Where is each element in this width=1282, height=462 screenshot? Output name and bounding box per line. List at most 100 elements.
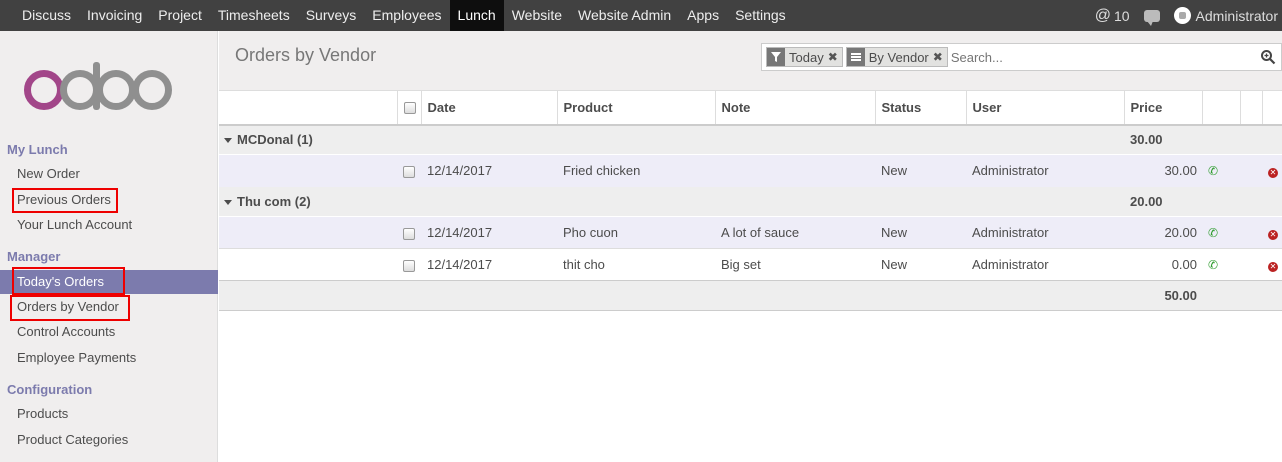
phone-icon: ✆ <box>1208 258 1219 272</box>
sidebar-item-employee-payments[interactable]: Employee Payments <box>0 346 218 370</box>
cell-date: 12/14/2017 <box>421 216 557 249</box>
sidebar-item-control-accounts[interactable]: Control Accounts <box>0 320 218 344</box>
cell-status: New <box>875 216 966 249</box>
facet-label: By Vendor <box>868 49 929 65</box>
sidebar-item-products[interactable]: Products <box>0 402 218 426</box>
app-menu: Discuss Invoicing Project Timesheets Sur… <box>0 0 794 31</box>
cell-price: 0.00 <box>1124 248 1202 281</box>
chat-button[interactable] <box>1143 9 1160 26</box>
group-by-icon <box>846 48 865 66</box>
total-row: 50.00 <box>219 280 1282 311</box>
sidebar-item-new-order[interactable]: New Order <box>0 162 218 186</box>
menu-discuss[interactable]: Discuss <box>14 0 79 31</box>
cell-price: 20.00 <box>1124 216 1202 249</box>
remove-facet-icon[interactable]: ✖ <box>933 50 947 64</box>
user-menu[interactable]: Administrator <box>1173 7 1278 24</box>
menu-lunch[interactable]: Lunch <box>449 0 504 31</box>
odoo-logo[interactable] <box>24 62 194 113</box>
menu-apps[interactable]: Apps <box>679 0 727 31</box>
section-manager: Manager <box>7 249 61 264</box>
facet-today: Today ✖ <box>766 47 843 67</box>
menu-website-admin[interactable]: Website Admin <box>570 0 679 31</box>
filter-icon <box>767 48 785 66</box>
cell-user: Administrator <box>966 216 1124 249</box>
phone-icon: ✆ <box>1208 226 1219 240</box>
page-title: Orders by Vendor <box>235 45 377 65</box>
menu-invoicing[interactable]: Invoicing <box>79 0 150 31</box>
cell-user: Administrator <box>966 154 1124 187</box>
main-content: Orders by Vendor Today ✖ By Vendor ✖ Sea… <box>219 31 1282 462</box>
highlight-previous-orders <box>12 188 118 213</box>
cell-price: 30.00 <box>1124 154 1202 187</box>
remove-facet-icon[interactable]: ✖ <box>828 50 842 64</box>
cell-status: New <box>875 248 966 281</box>
row-checkbox[interactable] <box>397 154 421 187</box>
col-price[interactable]: Price <box>1123 90 1202 126</box>
sidebar-item-your-lunch-account[interactable]: Your Lunch Account <box>0 213 218 237</box>
table-header: Date Product Note Status User Price <box>219 90 1282 126</box>
mentions-button[interactable]: @ 10 <box>1095 7 1130 25</box>
cancel-button[interactable]: ✕ <box>1262 154 1282 187</box>
cancel-icon: ✕ <box>1268 230 1278 240</box>
table-row[interactable]: 12/14/2017 Pho cuon A lot of sauce New A… <box>219 216 1282 249</box>
caret-down-icon <box>224 199 232 205</box>
menu-timesheets[interactable]: Timesheets <box>210 0 298 31</box>
caret-down-icon <box>224 138 232 144</box>
search-icon[interactable] <box>1260 49 1276 65</box>
row-checkbox[interactable] <box>397 216 421 249</box>
order-button[interactable]: ✆ <box>1202 154 1240 187</box>
chat-icon <box>1143 9 1160 26</box>
cell-date: 12/14/2017 <box>421 154 557 187</box>
menu-project[interactable]: Project <box>150 0 210 31</box>
top-navbar: Discuss Invoicing Project Timesheets Sur… <box>0 0 1282 31</box>
cell-note: Big set <box>715 248 875 281</box>
col-note[interactable]: Note <box>714 90 875 126</box>
select-all-checkbox[interactable] <box>396 90 421 126</box>
group-row[interactable]: Thu com (2) 20.00 <box>219 186 1282 217</box>
avatar <box>1173 7 1191 24</box>
control-panel: Orders by Vendor Today ✖ By Vendor ✖ <box>219 31 1282 90</box>
sidebar: My Lunch New Order Previous Orders Your … <box>0 31 218 462</box>
grand-total: 50.00 <box>1124 280 1202 311</box>
col-date[interactable]: Date <box>420 90 557 126</box>
at-icon: @ <box>1094 6 1111 24</box>
order-button[interactable]: ✆ <box>1202 216 1240 249</box>
menu-website[interactable]: Website <box>504 0 570 31</box>
cell-date: 12/14/2017 <box>421 248 557 281</box>
cancel-button[interactable]: ✕ <box>1262 248 1282 281</box>
cancel-button[interactable]: ✕ <box>1262 216 1282 249</box>
facet-by-vendor: By Vendor ✖ <box>845 47 948 67</box>
order-button[interactable]: ✆ <box>1202 248 1240 281</box>
highlight-orders-by-vendor <box>10 295 130 321</box>
group-label: MCDonal (1) <box>237 132 313 148</box>
search-input[interactable] <box>950 46 1281 68</box>
col-user[interactable]: User <box>965 90 1124 126</box>
cell-product: thit cho <box>557 248 715 281</box>
table-row[interactable]: 12/14/2017 Fried chicken New Administrat… <box>219 154 1282 187</box>
phone-icon: ✆ <box>1208 164 1219 179</box>
cell-product: Fried chicken <box>557 154 715 187</box>
row-checkbox[interactable] <box>397 248 421 281</box>
section-my-lunch: My Lunch <box>7 142 68 157</box>
cell-note <box>715 154 875 187</box>
section-configuration: Configuration <box>7 382 93 397</box>
col-status[interactable]: Status <box>874 90 966 126</box>
table-row[interactable]: 12/14/2017 thit cho Big set New Administ… <box>219 248 1282 281</box>
col-product[interactable]: Product <box>556 90 715 126</box>
orders-table: Date Product Note Status User Price MCDo… <box>219 90 1282 311</box>
search-box[interactable]: Today ✖ By Vendor ✖ <box>761 43 1282 71</box>
sidebar-item-product-categories[interactable]: Product Categories <box>0 428 218 452</box>
menu-surveys[interactable]: Surveys <box>298 0 365 31</box>
cell-product: Pho cuon <box>557 216 715 249</box>
cancel-icon: ✕ <box>1268 168 1278 179</box>
group-row[interactable]: MCDonal (1) 30.00 <box>219 124 1282 155</box>
group-label: Thu com (2) <box>237 193 311 209</box>
facet-label: Today <box>789 49 824 65</box>
menu-employees[interactable]: Employees <box>364 0 449 31</box>
menu-settings[interactable]: Settings <box>727 0 794 31</box>
highlight-todays-orders <box>12 267 125 295</box>
cell-user: Administrator <box>966 248 1124 281</box>
cancel-icon: ✕ <box>1268 262 1278 272</box>
mention-count: 10 <box>1113 7 1130 24</box>
cell-status: New <box>875 154 966 187</box>
